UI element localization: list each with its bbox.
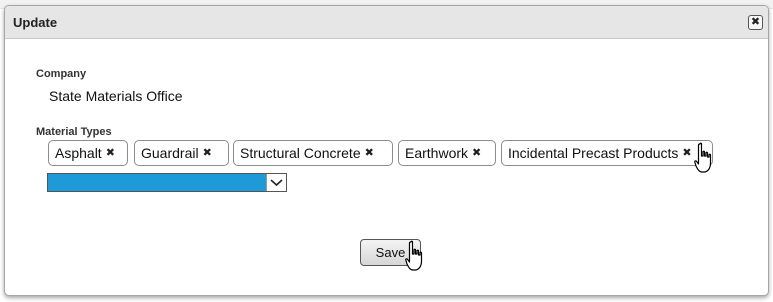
tag-structural-concrete: Structural Concrete ✖: [233, 140, 393, 166]
remove-tag-icon[interactable]: ✖: [203, 141, 212, 165]
dialog-title: Update: [13, 15, 58, 30]
remove-tag-icon[interactable]: ✖: [365, 141, 374, 165]
remove-tag-icon[interactable]: ✖: [106, 141, 115, 165]
save-button[interactable]: Save: [360, 239, 421, 266]
update-dialog: Update ✖ Company State Materials Office …: [4, 5, 769, 296]
remove-tag-icon[interactable]: ✖: [472, 141, 481, 165]
tag-earthwork: Earthwork ✖: [398, 140, 496, 166]
company-value: State Materials Office: [49, 88, 183, 104]
remove-tag-icon[interactable]: ✖: [682, 141, 691, 165]
company-label: Company: [36, 68, 87, 80]
tag-label: Guardrail: [141, 145, 199, 161]
tag-label: Structural Concrete: [240, 145, 361, 161]
material-type-select[interactable]: [47, 173, 287, 192]
select-arrow[interactable]: [266, 174, 286, 191]
tag-label: Earthwork: [405, 145, 469, 161]
tag-asphalt: Asphalt ✖: [48, 140, 128, 166]
tag-guardrail: Guardrail ✖: [134, 140, 229, 166]
material-types-label: Material Types: [36, 126, 112, 138]
dialog-titlebar: Update ✖: [5, 6, 768, 39]
close-button[interactable]: ✖: [748, 15, 763, 30]
close-icon: ✖: [750, 16, 761, 28]
chevron-down-icon: [270, 179, 283, 187]
tag-label: Incidental Precast Products: [508, 145, 679, 161]
tag-incidental-precast-products: Incidental Precast Products ✖: [501, 140, 713, 166]
tag-label: Asphalt: [55, 145, 102, 161]
